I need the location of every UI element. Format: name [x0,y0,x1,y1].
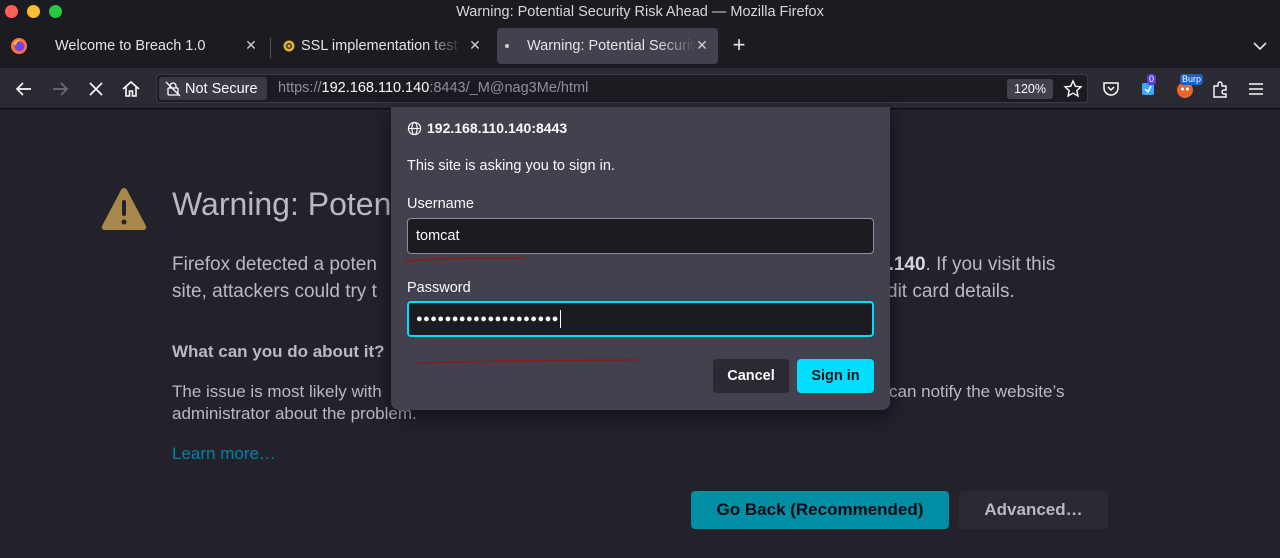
extension-button[interactable]: 0 [1137,74,1161,100]
hamburger-menu-icon[interactable] [1246,79,1266,99]
close-tab-icon[interactable]: ✕ [467,37,483,53]
tab-separator [270,38,271,58]
tab-strip: Welcome to Breach 1.0 ✕ SSL implementati… [0,24,1280,68]
back-arrow-icon[interactable] [13,78,35,100]
close-tab-icon[interactable]: ✕ [243,37,259,53]
learn-more-link[interactable]: Learn more… [172,444,276,464]
globe-icon [407,121,422,135]
description-line-1-right: 0.140. If you visit this [878,251,1055,278]
zoom-reset-button[interactable]: 120% [1007,79,1053,99]
tab-label: Welcome to Breach 1.0 [55,38,206,54]
insecure-lock-icon [165,81,181,96]
advanced-button[interactable]: Advanced… [959,491,1108,529]
tab-welcome-to-breach[interactable]: Welcome to Breach 1.0 ✕ [42,28,267,64]
sign-in-button[interactable]: Sign in [797,359,874,393]
description-text: . If you visit this [925,254,1056,275]
extension-badge: 0 [1147,74,1157,85]
username-field[interactable]: tomcat [407,218,874,254]
chevron-down-icon[interactable] [1250,36,1270,56]
firefox-view-icon[interactable] [10,37,28,55]
text-caret [559,310,562,329]
home-icon[interactable] [120,78,142,100]
issue-line-1-right: can notify the website’s [889,382,1065,401]
password-masked-value: ●●●●●●●●●●●●●●●●●●●● [416,313,559,325]
cancel-button[interactable]: Cancel [713,359,789,393]
window-titlebar: Warning: Potential Security Risk Ahead —… [0,0,1280,24]
url-scheme: https:// [278,80,322,96]
extensions-puzzle-icon[interactable] [1210,79,1230,99]
username-label: Username [407,196,474,212]
issue-line-1: The issue is most likely with [172,382,382,401]
dialog-host: 192.168.110.140:8443 [407,120,567,136]
burp-badge: Burp [1180,74,1204,85]
password-label: Password [407,280,471,296]
tab-label: SSL implementation test [301,38,458,54]
not-secure-label: Not Secure [185,80,258,97]
pocket-icon[interactable] [1101,79,1121,99]
site-identity-button[interactable]: Not Secure [159,77,267,100]
url-text[interactable]: https://192.168.110.140:8443/_M@nag3Me/h… [278,80,588,96]
tab-security-warning[interactable]: Warning: Potential Security Risk Ahead ✕ [497,28,718,64]
description-text: Firefox detected a poten [172,254,377,275]
stop-loading-icon[interactable] [85,78,107,100]
bookmark-star-icon[interactable] [1063,79,1083,99]
close-tab-icon[interactable]: ✕ [694,37,710,53]
tab-ssl-implementation-test[interactable]: SSL implementation test ✕ [273,28,491,64]
forward-arrow-icon[interactable] [49,78,71,100]
what-can-you-do-heading: What can you do about it? [172,342,385,361]
dialog-host-text: 192.168.110.140:8443 [427,120,568,136]
description-line-1: Firefox detected a poten [172,251,377,278]
dialog-message: This site is asking you to sign in. [407,158,615,174]
red-annotation-underline [416,359,640,364]
warning-triangle-icon [101,188,147,230]
url-bar[interactable]: Not Secure https://192.168.110.140:8443/… [156,74,1088,103]
new-tab-plus-icon[interactable]: + [729,34,749,56]
go-back-button[interactable]: Go Back (Recommended) [691,491,949,529]
description-line-2: site, attackers could try t [172,281,377,302]
issue-line-2: administrator about the problem. [172,404,417,423]
tab-label: Warning: Potential Security Risk Ahead [527,38,695,54]
burp-extension-button[interactable]: Burp [1174,74,1204,100]
username-value: tomcat [416,228,460,244]
window-title: Warning: Potential Security Risk Ahead —… [456,4,824,20]
navigation-toolbar: Not Secure https://192.168.110.140:8443/… [0,68,1280,109]
password-field[interactable]: ●●●●●●●●●●●●●●●●●●●● [407,301,874,337]
url-path: :8443/_M@nag3Me/html [429,80,589,96]
url-host: 192.168.110.140 [321,80,430,96]
red-annotation-underline [403,257,527,262]
description-line-2-right: dit card details. [887,281,1015,302]
